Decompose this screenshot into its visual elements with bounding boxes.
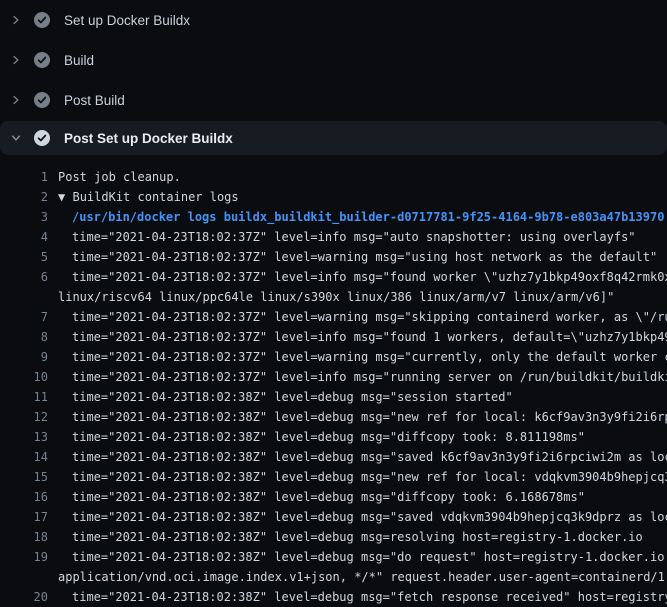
log-output: 1 Post job cleanup. 2 ▼ BuildKit container … bbox=[0, 155, 667, 607]
log-text: time="2021-04-23T18:02:38Z" level=debug … bbox=[72, 387, 513, 407]
line-number[interactable]: 10 bbox=[0, 367, 48, 387]
line-number[interactable]: 18 bbox=[0, 527, 48, 547]
check-circle-icon bbox=[34, 52, 50, 68]
line-number[interactable]: 20 bbox=[0, 587, 48, 607]
log-text: time="2021-04-23T18:02:38Z" level=debug … bbox=[72, 447, 667, 467]
line-number bbox=[0, 567, 48, 587]
step-row-set-up-docker-buildx[interactable]: Set up Docker Buildx bbox=[0, 0, 667, 40]
log-command-text: /usr/bin/docker logs buildx_buildkit_bui… bbox=[72, 207, 664, 227]
line-number[interactable]: 9 bbox=[0, 347, 48, 367]
check-circle-icon bbox=[34, 92, 50, 108]
log-row: 7 time="2021-04-23T18:02:37Z" level=warni… bbox=[0, 307, 667, 327]
line-number[interactable]: 14 bbox=[0, 447, 48, 467]
log-row: 1 Post job cleanup. bbox=[0, 167, 667, 187]
log-row: 8 time="2021-04-23T18:02:37Z" level=info … bbox=[0, 327, 667, 347]
log-row: 20 time="2021-04-23T18:02:38Z" level=debu… bbox=[0, 587, 667, 607]
log-text: time="2021-04-23T18:02:37Z" level=info m… bbox=[72, 227, 636, 247]
check-circle-icon bbox=[34, 12, 50, 28]
line-number[interactable]: 1 bbox=[0, 167, 48, 187]
line-number[interactable]: 12 bbox=[0, 407, 48, 427]
log-row: 13 time="2021-04-23T18:02:38Z" level=debu… bbox=[0, 427, 667, 447]
line-number[interactable]: 7 bbox=[0, 307, 48, 327]
log-text: time="2021-04-23T18:02:38Z" level=debug … bbox=[72, 427, 585, 447]
log-text: time="2021-04-23T18:02:38Z" level=debug … bbox=[72, 587, 667, 607]
check-circle-icon bbox=[34, 130, 50, 146]
log-row: 4 time="2021-04-23T18:02:37Z" level=info … bbox=[0, 227, 667, 247]
line-number[interactable]: 6 bbox=[0, 267, 48, 287]
log-text: time="2021-04-23T18:02:38Z" level=debug … bbox=[72, 407, 667, 427]
step-row-post-build[interactable]: Post Build bbox=[0, 80, 667, 120]
steps-list: Set up Docker Buildx Build Post Build Post … bbox=[0, 0, 667, 155]
chevron-down-icon bbox=[8, 130, 24, 146]
log-text: time="2021-04-23T18:02:38Z" level=debug … bbox=[72, 547, 667, 567]
log-row: 19 time="2021-04-23T18:02:38Z" level=debu… bbox=[0, 547, 667, 567]
line-number[interactable]: 19 bbox=[0, 547, 48, 567]
line-number[interactable]: 4 bbox=[0, 227, 48, 247]
log-text: time="2021-04-23T18:02:38Z" level=debug … bbox=[72, 527, 643, 547]
log-row: 5 time="2021-04-23T18:02:37Z" level=warni… bbox=[0, 247, 667, 267]
log-row: 9 time="2021-04-23T18:02:37Z" level=warni… bbox=[0, 347, 667, 367]
line-number[interactable]: 15 bbox=[0, 467, 48, 487]
log-row: 11 time="2021-04-23T18:02:38Z" level=debu… bbox=[0, 387, 667, 407]
log-row: 18 time="2021-04-23T18:02:38Z" level=debu… bbox=[0, 527, 667, 547]
log-text: Post job cleanup. bbox=[58, 167, 181, 187]
log-row: linux/riscv64 linux/ppc64le linux/s390x … bbox=[0, 287, 667, 307]
log-row: 3/usr/bin/docker logs buildx_buildkit_bu… bbox=[0, 207, 667, 227]
line-number[interactable]: 17 bbox=[0, 507, 48, 527]
log-text: time="2021-04-23T18:02:37Z" level=warnin… bbox=[72, 307, 667, 327]
log-row: 12 time="2021-04-23T18:02:38Z" level=debu… bbox=[0, 407, 667, 427]
log-row: 2 ▼ BuildKit container logs bbox=[0, 187, 667, 207]
step-label: Post Build bbox=[64, 93, 125, 108]
chevron-right-icon bbox=[8, 92, 24, 108]
line-number[interactable]: 5 bbox=[0, 247, 48, 267]
line-number[interactable]: 16 bbox=[0, 487, 48, 507]
step-label: Post Set up Docker Buildx bbox=[64, 131, 233, 146]
step-row-build[interactable]: Build bbox=[0, 40, 667, 80]
log-row: application/vnd.oci.image.index.v1+json,… bbox=[0, 567, 667, 587]
log-text: time="2021-04-23T18:02:38Z" level=debug … bbox=[72, 487, 585, 507]
log-row: 14 time="2021-04-23T18:02:38Z" level=debu… bbox=[0, 447, 667, 467]
line-number[interactable]: 2 bbox=[0, 187, 48, 207]
log-text: time="2021-04-23T18:02:38Z" level=debug … bbox=[72, 507, 667, 527]
chevron-right-icon bbox=[8, 52, 24, 68]
line-number[interactable]: 11 bbox=[0, 387, 48, 407]
log-row: 17 time="2021-04-23T18:02:38Z" level=debu… bbox=[0, 507, 667, 527]
step-label: Set up Docker Buildx bbox=[64, 13, 190, 28]
log-text: time="2021-04-23T18:02:37Z" level=info m… bbox=[72, 267, 667, 287]
log-row: 10 time="2021-04-23T18:02:37Z" level=info… bbox=[0, 367, 667, 387]
log-text: time="2021-04-23T18:02:38Z" level=debug … bbox=[72, 467, 667, 487]
log-text: time="2021-04-23T18:02:37Z" level=warnin… bbox=[72, 347, 667, 367]
step-label: Build bbox=[64, 53, 94, 68]
line-number[interactable]: 8 bbox=[0, 327, 48, 347]
log-row: 6 time="2021-04-23T18:02:37Z" level=info … bbox=[0, 267, 667, 287]
line-number[interactable]: 13 bbox=[0, 427, 48, 447]
log-group-title: ▼ BuildKit container logs bbox=[58, 187, 239, 207]
line-number bbox=[0, 287, 48, 307]
log-text: time="2021-04-23T18:02:37Z" level=info m… bbox=[72, 367, 667, 387]
line-number[interactable]: 3 bbox=[0, 207, 48, 227]
log-text: application/vnd.oci.image.index.v1+json,… bbox=[58, 567, 667, 587]
log-row: 15 time="2021-04-23T18:02:38Z" level=debu… bbox=[0, 467, 667, 487]
chevron-right-icon bbox=[8, 12, 24, 28]
log-text: time="2021-04-23T18:02:37Z" level=warnin… bbox=[72, 247, 657, 267]
log-text: time="2021-04-23T18:02:37Z" level=info m… bbox=[72, 327, 667, 347]
step-row-post-set-up-docker-buildx[interactable]: Post Set up Docker Buildx bbox=[0, 121, 667, 155]
log-group-label-text: BuildKit container logs bbox=[72, 190, 238, 204]
log-row: 16 time="2021-04-23T18:02:38Z" level=debu… bbox=[0, 487, 667, 507]
log-text: linux/riscv64 linux/ppc64le linux/s390x … bbox=[58, 287, 614, 307]
